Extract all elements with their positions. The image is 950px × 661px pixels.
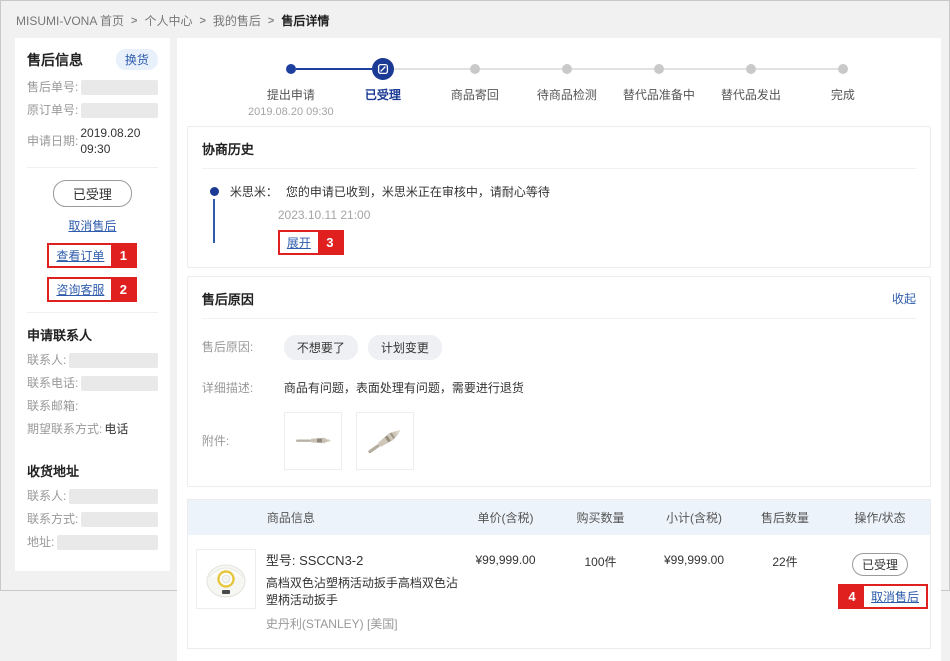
step-inspection: 待商品检测 (521, 58, 613, 118)
aftersales-info-panel: 售后信息 换货 售后单号: 原订单号: 申请日期: 2019.08.20 09:… (15, 38, 170, 571)
step-dot-done (286, 64, 296, 74)
apply-date-label: 申请日期: (27, 133, 78, 149)
step-dot-future (838, 64, 848, 74)
breadcrumb-separator: > (268, 15, 274, 27)
applicant-phone-redacted-value (81, 376, 158, 391)
address-redacted-value (57, 535, 158, 550)
reason-tag: 不想要了 (284, 335, 358, 360)
reason-label: 售后原因: (202, 335, 284, 355)
annotation-box-2: 咨询客服 2 (47, 277, 137, 302)
breadcrumb-home[interactable]: MISUMI-VONA 首页 (16, 12, 124, 29)
step-replacement-shipped: 替代品发出 (705, 58, 797, 118)
address-method-label: 联系方式: (27, 511, 78, 527)
applicant-email-label: 联系邮箱: (27, 398, 78, 414)
aftersales-detail-panel: 提出申请 2019.08.20 09:30 已受理 商品寄回 待商品检测 替代品… (177, 38, 941, 661)
annotation-box-4: 4 取消售后 (838, 584, 928, 609)
breadcrumb-separator: > (131, 15, 137, 27)
breadcrumb: MISUMI-VONA 首页 > 个人中心 > 我的售后 > 售后详情 (1, 1, 949, 38)
annotation-box-1: 查看订单 1 (47, 243, 137, 268)
step-dot-future (654, 64, 664, 74)
description-label: 详细描述: (202, 376, 284, 396)
step-submitted-date: 2019.08.20 09:30 (245, 106, 337, 118)
product-image (196, 549, 256, 609)
table-header-row: 商品信息 单价(含税) 购买数量 小计(含税) 售后数量 操作/状态 (188, 500, 930, 535)
breadcrumb-aftersales-detail: 售后详情 (281, 12, 329, 29)
annotation-box-3: 展开 3 (278, 230, 344, 255)
applicant-contact-redacted-value (69, 353, 158, 368)
history-sender: 米思米： (230, 185, 278, 199)
attachment-label: 附件: (202, 412, 284, 449)
expand-history-link[interactable]: 展开 (287, 234, 311, 251)
attachment-thumbnail-1[interactable] (284, 412, 342, 470)
header-buy-qty: 购买数量 (553, 509, 648, 526)
cancel-aftersales-link[interactable]: 取消售后 (68, 217, 116, 234)
breadcrumb-my-aftersales[interactable]: 我的售后 (213, 12, 261, 29)
reason-tag: 计划变更 (368, 335, 442, 360)
step-current-icon (372, 58, 394, 80)
header-subtotal: 小计(含税) (648, 509, 740, 526)
annotation-number-1: 1 (111, 245, 135, 266)
attachment-thumbnail-2[interactable] (356, 412, 414, 470)
address-contact-label: 联系人: (27, 488, 66, 504)
original-order-no-label: 原订单号: (27, 102, 78, 118)
product-name: 高档双色沾塑柄活动扳手高档双色沾塑柄活动扳手 (266, 574, 458, 608)
product-table: 商品信息 单价(含税) 购买数量 小计(含税) 售后数量 操作/状态 (187, 499, 931, 649)
address-section-title: 收货地址 (27, 461, 158, 480)
preferred-contact-label: 期望联系方式: (27, 421, 102, 437)
negotiation-history-title: 协商历史 (202, 139, 254, 158)
divider (27, 312, 158, 313)
step-dot-future (470, 64, 480, 74)
product-brand: 史丹利(STANLEY) [美国] (266, 615, 458, 632)
annotation-number-2: 2 (111, 279, 135, 300)
collapse-link[interactable]: 收起 (892, 290, 916, 307)
table-row: 型号: SSCCN3-2 高档双色沾塑柄活动扳手高档双色沾塑柄活动扳手 史丹利(… (188, 535, 930, 648)
divider (27, 167, 158, 168)
header-product-info: 商品信息 (188, 509, 458, 526)
breadcrumb-separator: > (199, 15, 205, 27)
annotation-number-4: 4 (840, 586, 864, 607)
step-replacement-preparing: 替代品准备中 (613, 58, 705, 118)
description-value: 商品有问题，表面处理有问题，需要进行退货 (284, 376, 524, 396)
timeline-rail (210, 183, 230, 255)
aftersales-reason-section: 售后原因 收起 售后原因: 不想要了 计划变更 详细描述: 商品有问题，表面处理… (187, 276, 931, 487)
timeline-line (213, 199, 215, 243)
aftersales-no-redacted-value (81, 80, 158, 95)
breadcrumb-personal-center[interactable]: 个人中心 (144, 12, 192, 29)
product-model: 型号: SSCCN3-2 (266, 550, 458, 569)
sidebar-title: 售后信息 (27, 50, 83, 70)
exchange-type-badge: 换货 (116, 49, 158, 70)
apply-date-value: 2019.08.20 09:30 (80, 125, 158, 157)
annotation-number-3: 3 (318, 232, 342, 253)
history-message: 您的申请已收到，米思米正在审核中，请耐心等待 (286, 185, 550, 199)
applicant-contact-label: 联系人: (27, 352, 66, 368)
step-accepted: 已受理 (337, 58, 429, 118)
history-timestamp: 2023.10.11 21:00 (278, 208, 916, 222)
view-order-link[interactable]: 查看订单 (56, 247, 104, 264)
step-finished: 完成 (797, 58, 889, 118)
status-badge: 已受理 (53, 180, 132, 207)
applicant-section-title: 申请联系人 (27, 325, 158, 344)
header-aftersales-qty: 售后数量 (740, 509, 830, 526)
step-submitted: 提出申请 2019.08.20 09:30 (245, 58, 337, 118)
header-unit-price: 单价(含税) (458, 509, 553, 526)
aftersales-reason-title: 售后原因 (202, 289, 254, 308)
negotiation-history-section: 协商历史 米思米： 您的申请已收到，米思米正在审核中，请耐心等待 2023.10.… (187, 126, 931, 268)
header-action-status: 操作/状态 (830, 509, 930, 526)
step-dot-future (562, 64, 572, 74)
progress-stepper: 提出申请 2019.08.20 09:30 已受理 商品寄回 待商品检测 替代品… (245, 58, 895, 118)
row-status-badge: 已受理 (852, 553, 908, 576)
address-contact-redacted-value (69, 489, 158, 504)
preferred-contact-value: 电话 (104, 421, 128, 437)
timeline-dot (210, 187, 219, 196)
applicant-phone-label: 联系电话: (27, 375, 78, 391)
step-return-goods: 商品寄回 (429, 58, 521, 118)
address-label: 地址: (27, 534, 54, 550)
original-order-no-redacted-value (81, 103, 158, 118)
step-dot-future (746, 64, 756, 74)
address-method-redacted-value (81, 512, 158, 527)
aftersales-no-label: 售后单号: (27, 79, 78, 95)
contact-service-link[interactable]: 咨询客服 (56, 281, 104, 298)
